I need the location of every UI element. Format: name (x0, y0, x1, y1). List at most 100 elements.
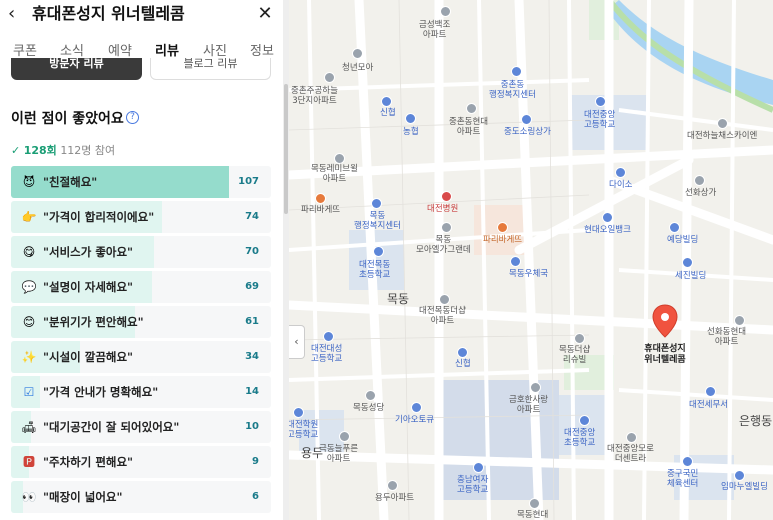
keyword-review-item[interactable]: ✨ "시설이 깔끔해요" 34 (11, 341, 271, 373)
map-label[interactable]: 목동레미브윌 아파트 (311, 164, 358, 184)
apartment-poi-icon[interactable] (334, 153, 345, 164)
map-label[interactable]: 파리바게뜨 (301, 205, 340, 215)
bank-poi-icon[interactable] (405, 113, 416, 124)
apartment-poi-icon[interactable] (324, 72, 335, 83)
bakery-poi-icon[interactable] (315, 193, 326, 204)
map-label[interactable]: 예당빌딩 (667, 235, 698, 245)
bank-poi-icon[interactable] (457, 347, 468, 358)
map-label[interactable]: 목동 행정복지센터 (354, 211, 401, 231)
keyword-review-item[interactable]: 😈 "친절해요" 107 (11, 166, 271, 198)
map-label[interactable]: 세진빌딩 (675, 271, 706, 281)
car-service-poi-icon[interactable] (411, 402, 422, 413)
place-marker-icon[interactable] (652, 304, 678, 338)
map-label[interactable]: 중구국민 체육센터 (667, 469, 698, 489)
map-label[interactable]: 대전대성 고등학교 (311, 344, 342, 364)
keyword-review-item[interactable]: 😋 "서비스가 좋아요" 70 (11, 236, 271, 268)
map-label[interactable]: 다이소 (609, 180, 632, 190)
keyword-review-item[interactable]: 💬 "설명이 자세해요" 69 (11, 271, 271, 303)
hospital-poi-icon[interactable] (441, 191, 452, 202)
map-label[interactable]: 기아오토큐 (395, 415, 434, 425)
apartment-poi-icon[interactable] (441, 222, 452, 233)
map-label[interactable]: 파리바게뜨 (483, 235, 522, 245)
map-label[interactable]: 임마누엘빌딩 (721, 482, 768, 492)
map-label[interactable]: 대전목동 초등학교 (359, 260, 390, 280)
school-poi-icon[interactable] (473, 462, 484, 473)
place-marker-label[interactable]: 휴대폰성지 위너텔레콤 (630, 344, 700, 366)
bakery-poi-icon[interactable] (497, 222, 508, 233)
school-poi-icon[interactable] (373, 246, 384, 257)
map-label[interactable]: 목동더샵 리슈빌 (559, 345, 590, 365)
apartment-poi-icon[interactable] (734, 315, 745, 326)
help-icon[interactable]: ? (126, 111, 139, 124)
gas-station-poi-icon[interactable] (602, 212, 613, 223)
tab-review[interactable]: 리뷰 (155, 40, 179, 59)
post-office-poi-icon[interactable] (510, 256, 521, 267)
shopping-poi-icon[interactable] (521, 114, 532, 125)
panel-scrollbar-thumb[interactable] (284, 84, 288, 214)
chevron-left-icon[interactable]: ‹ (8, 4, 26, 24)
keyword-review-item[interactable]: 👉 "가격이 합리적이에요" 74 (11, 201, 271, 233)
apartment-poi-icon[interactable] (352, 48, 363, 59)
school-poi-icon[interactable] (595, 96, 606, 107)
school-poi-icon[interactable] (293, 407, 304, 418)
government-poi-icon[interactable] (511, 66, 522, 77)
map-label[interactable]: 목동성당 (353, 403, 384, 413)
map-label[interactable]: 목동우체국 (509, 269, 548, 279)
map-label[interactable]: 용두아파트 (375, 493, 414, 503)
map-label[interactable]: 신협 (455, 359, 471, 369)
map-label[interactable]: 대전하늘채스카이엔 (687, 131, 757, 141)
keyword-review-item[interactable]: ☑ "가격 안내가 명확해요" 14 (11, 376, 271, 408)
map-label[interactable]: 대전세무서 (689, 400, 728, 410)
map-label[interactable]: 대전학원 고등학교 (289, 420, 318, 440)
tab-coupon[interactable]: 쿠폰 (13, 40, 37, 59)
apartment-poi-icon[interactable] (439, 294, 450, 305)
map-label[interactable]: 목동현대 (517, 510, 548, 520)
map-view[interactable]: 금성백조 아파트 청년모아 중촌주공하늘 3단지아파트 중촌동 행정복지센터 신협 농… (289, 0, 773, 520)
tab-reservation[interactable]: 예약 (108, 40, 132, 59)
map-label[interactable]: 중도소링상가 (504, 127, 551, 137)
map-label[interactable]: 선화동현대 아파트 (707, 327, 746, 347)
apartment-poi-icon[interactable] (529, 498, 540, 509)
map-label[interactable]: 농협 (403, 127, 419, 137)
map-label[interactable]: 금성백조 아파트 (419, 20, 450, 40)
building-poi-icon[interactable] (734, 470, 745, 481)
collapse-panel-button[interactable]: ‹ (289, 325, 305, 359)
map-label[interactable]: 대전중앙 고등학교 (584, 110, 615, 130)
government-poi-icon[interactable] (371, 198, 382, 209)
blog-review-button[interactable]: 블로그 리뷰 (150, 58, 271, 80)
map-label[interactable]: 대전목동더샵 아파트 (419, 306, 466, 326)
map-label[interactable]: 충남여자 고등학교 (457, 475, 488, 495)
gym-poi-icon[interactable] (682, 456, 693, 467)
apartment-poi-icon[interactable] (626, 432, 637, 443)
map-label[interactable]: 현대오일뱅크 (584, 225, 631, 235)
government-poi-icon[interactable] (705, 386, 716, 397)
map-label[interactable]: 선화상가 (685, 188, 716, 198)
keyword-review-item[interactable]: 🛋 "대기공간이 잘 되어있어요" 10 (11, 411, 271, 443)
map-label[interactable]: 중촌주공하늘 3단지아파트 (291, 86, 338, 106)
bank-poi-icon[interactable] (381, 96, 392, 107)
keyword-review-item[interactable]: 👀 "매장이 넓어요" 6 (11, 481, 271, 513)
close-icon[interactable]: ✕ (255, 4, 275, 24)
apartment-poi-icon[interactable] (339, 431, 350, 442)
building-poi-icon[interactable] (669, 222, 680, 233)
tab-info[interactable]: 정보 (250, 40, 274, 59)
keyword-review-item[interactable]: 😊 "분위기가 편안해요" 61 (11, 306, 271, 338)
map-label[interactable]: 중촌동현대 아파트 (449, 117, 488, 137)
tab-photo[interactable]: 사진 (203, 40, 227, 59)
building-poi-icon[interactable] (682, 257, 693, 268)
map-label[interactable]: 중촌동 행정복지센터 (489, 80, 536, 100)
apartment-poi-icon[interactable] (717, 118, 728, 129)
apartment-poi-icon[interactable] (440, 6, 451, 17)
school-poi-icon[interactable] (323, 331, 334, 342)
map-label[interactable]: 대전병원 (427, 204, 458, 214)
map-label[interactable]: 신협 (380, 108, 396, 118)
keyword-review-item[interactable]: 🅿 "주차하기 편해요" 9 (11, 446, 271, 478)
store-poi-icon[interactable] (615, 167, 626, 178)
map-label[interactable]: 극동늘푸른 아파트 (319, 444, 358, 464)
apartment-poi-icon[interactable] (387, 480, 398, 491)
map-label[interactable]: 목동 모아엘가그랜데 (416, 235, 471, 255)
shopping-poi-icon[interactable] (694, 175, 705, 186)
apartment-poi-icon[interactable] (466, 103, 477, 114)
map-label[interactable]: 대전중앙 초등학교 (564, 428, 595, 448)
map-label[interactable]: 대전중앙모로 더센트라 (607, 444, 654, 464)
